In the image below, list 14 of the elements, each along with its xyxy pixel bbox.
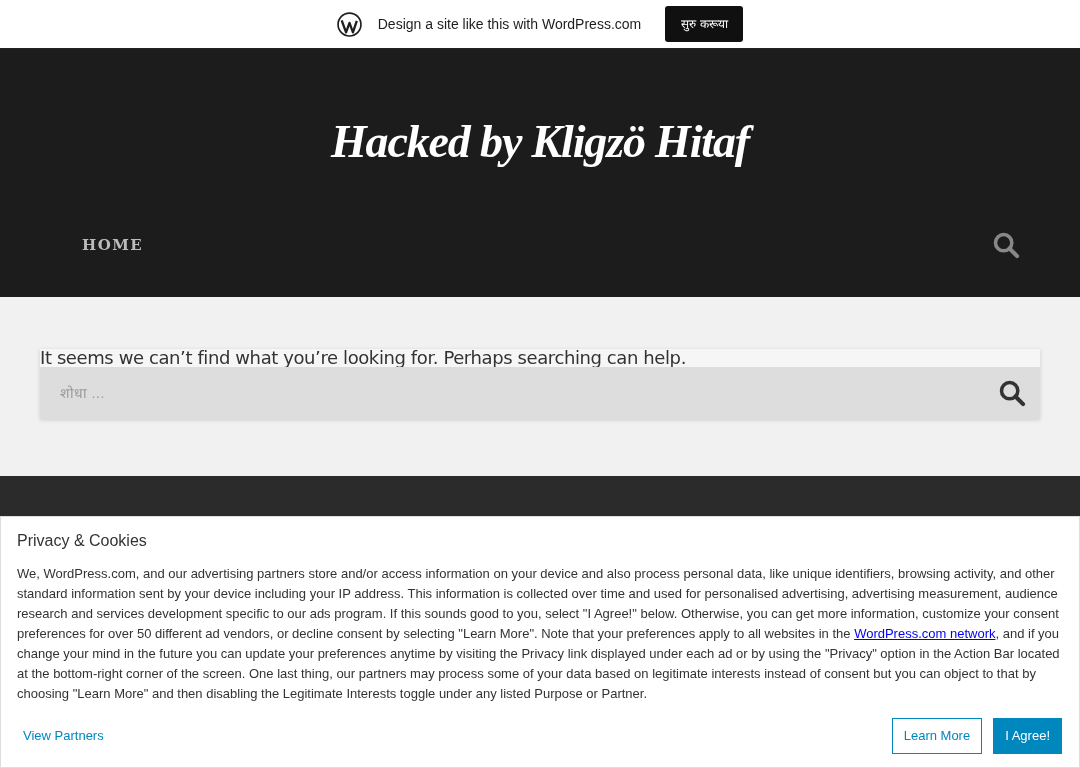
not-found-message: It seems we can’t find what you’re looking for. Perhaps searching can help. bbox=[40, 349, 687, 367]
start-button[interactable]: सुरु करूया bbox=[665, 6, 744, 42]
view-partners-link[interactable]: View Partners bbox=[23, 726, 104, 746]
search-field[interactable]: शोधा … bbox=[40, 367, 1040, 419]
agree-button[interactable]: I Agree! bbox=[993, 718, 1062, 754]
search-icon[interactable] bbox=[992, 231, 1020, 259]
banner-text: We, WordPress.com, and our advertising partners store and/or access information on your device and also process personal data, like unique identifiers, browsing activity, and other standard information sent by your device including your IP address. This information is collected over time and used for personalised advertising, advertising measurement, audience research and services development specific to our ads program. If this sounds good to you, select "I Agree!" below. Otherwise, you can get more information, customize your consent preferences for over 50 different ad vendors, or decline consent by selecting "Learn More". Note that your preferences apply to all websites in the WordPress.com network, and if you change your mind in the future you can update your preferences anytime by visiting the Privacy link displayed under each ad or by using the "Privacy" option in the Action Bar located at the bottom-right corner of the screen. One last thing, our partners may process some of your data based on legitimate interests instead of consent but you can object to that by choosing "Learn More" and then disabling the Legitimate Interests toggle under any listed Purpose or Partner. bbox=[17, 565, 1061, 703]
wordpress-logo-icon bbox=[336, 11, 362, 37]
nav-link[interactable]: HOME bbox=[82, 233, 144, 257]
promo-text: Design a site like this with WordPress.com bbox=[377, 14, 642, 34]
banner-title: Privacy & Cookies bbox=[17, 531, 148, 551]
search-icon[interactable] bbox=[998, 379, 1026, 407]
learn-more-button[interactable]: Learn More bbox=[891, 718, 983, 754]
site-title[interactable]: Hacked by Kligzö Hitaf bbox=[318, 112, 761, 172]
